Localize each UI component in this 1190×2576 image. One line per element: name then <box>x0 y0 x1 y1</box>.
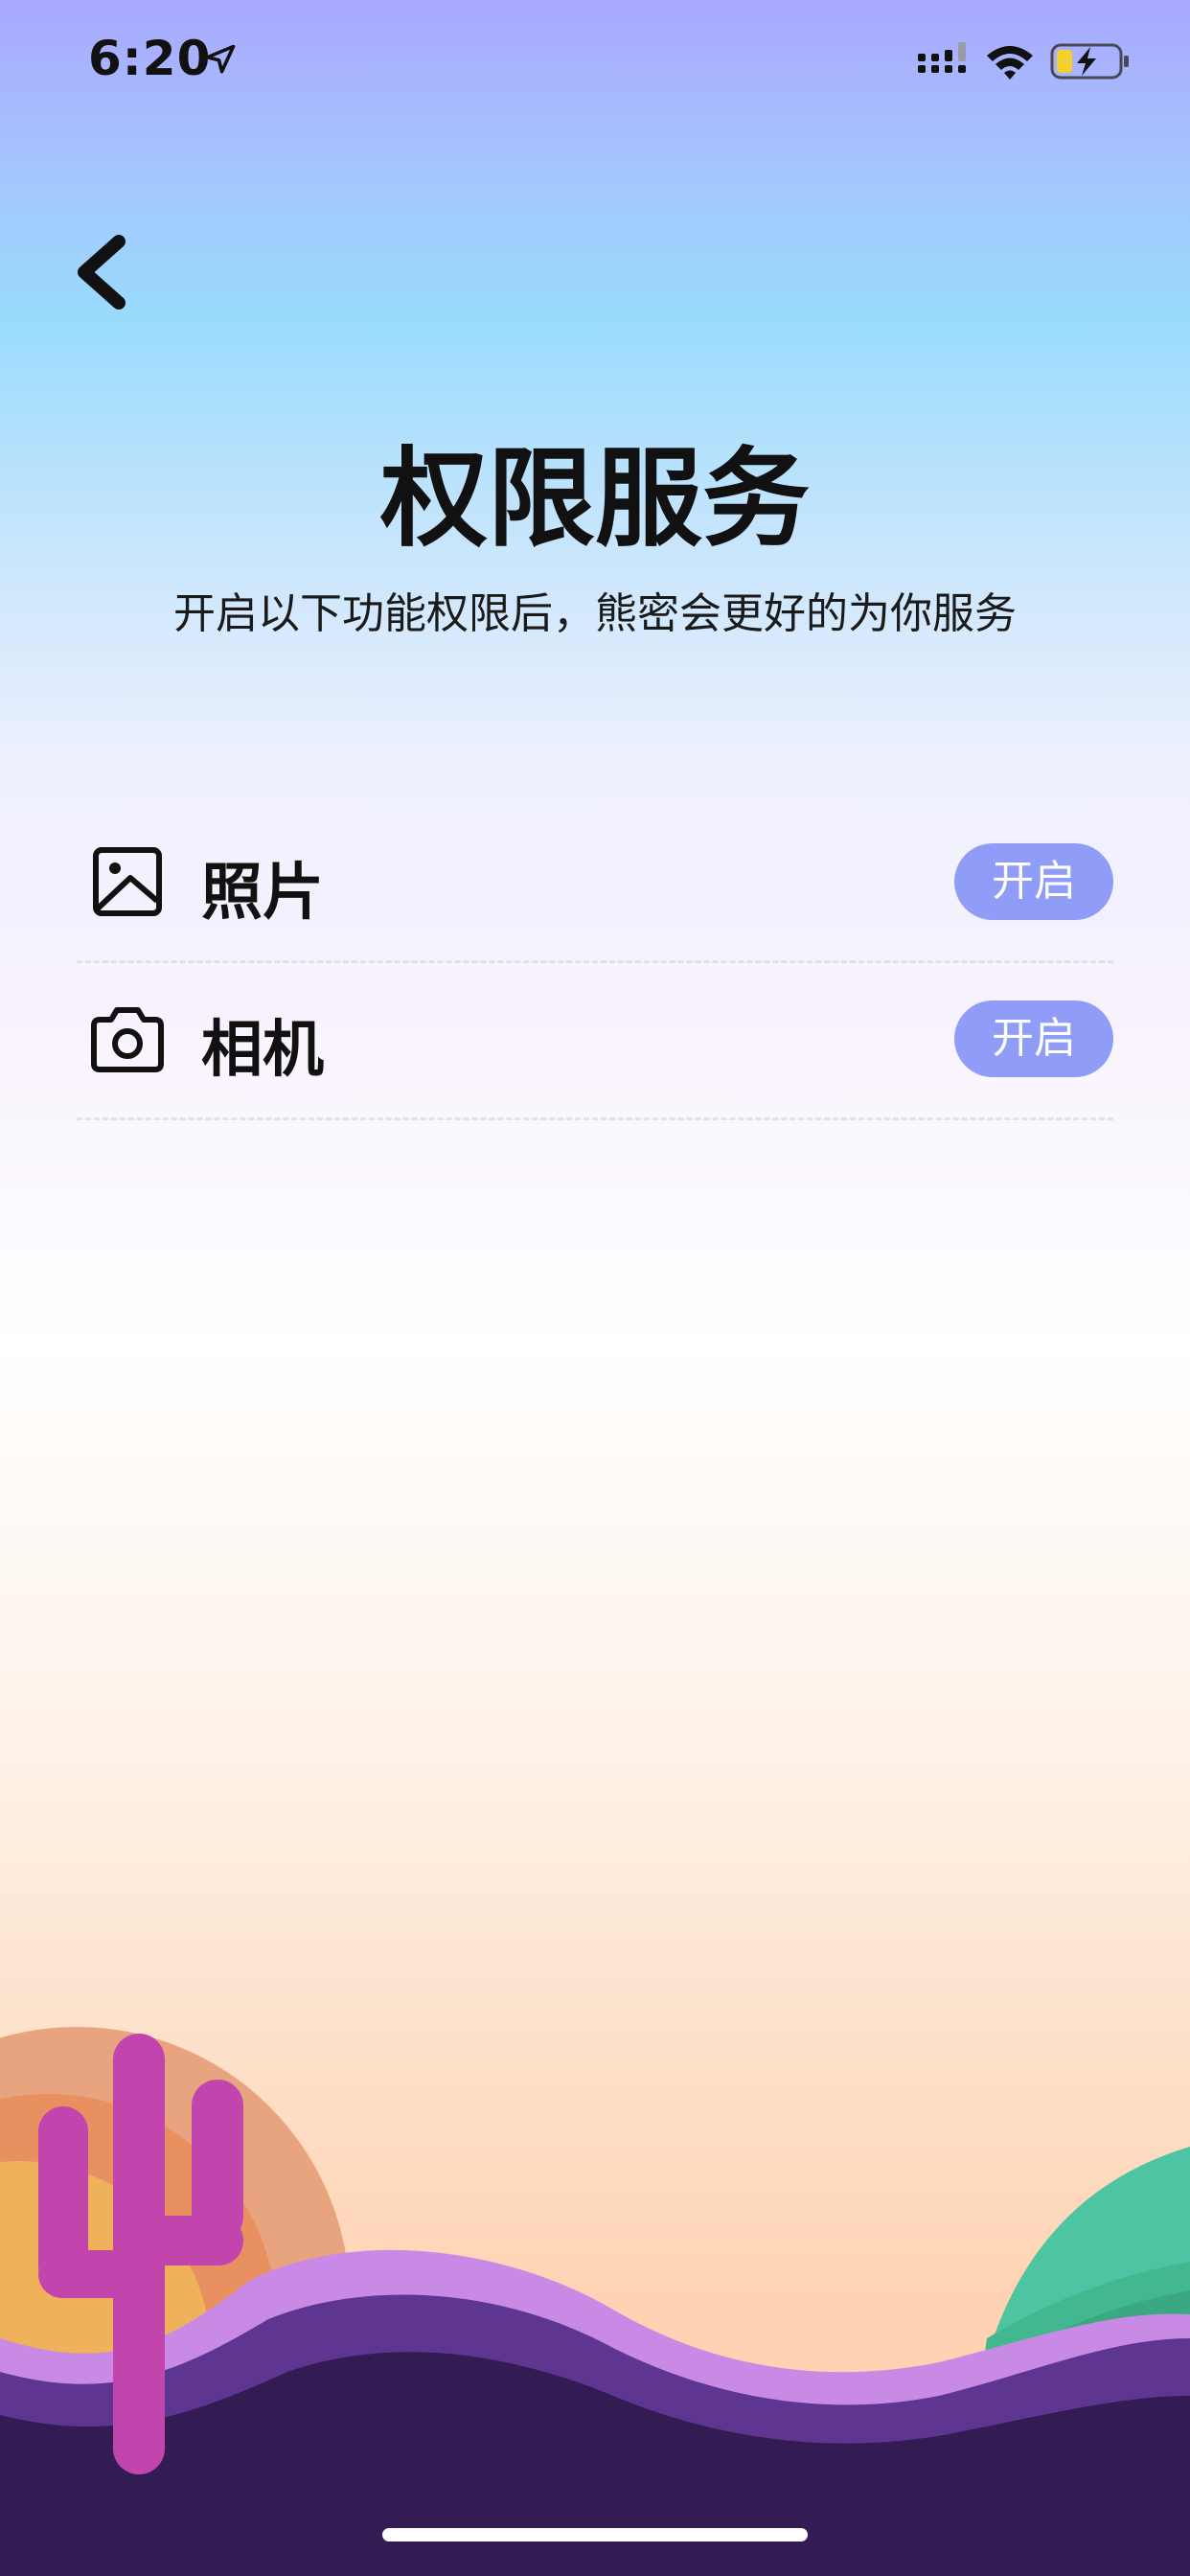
back-button[interactable] <box>59 218 155 324</box>
permission-row-photos: 照片 开启 <box>77 803 1113 963</box>
enable-camera-button[interactable]: 开启 <box>954 1000 1113 1077</box>
page-subtitle: 开启以下功能权限后，熊密会更好的为你服务 <box>173 589 1017 638</box>
wifi-icon <box>987 46 1033 80</box>
permission-label: 相机 <box>201 1015 324 1086</box>
home-indicator[interactable] <box>382 2528 808 2542</box>
location-arrow-icon <box>205 44 236 74</box>
photo-icon <box>93 847 162 916</box>
camera-icon <box>91 1007 164 1072</box>
page-title: 权限服务 <box>380 437 810 562</box>
battery-charging-icon <box>1050 43 1129 80</box>
enable-photos-button[interactable]: 开启 <box>954 843 1113 920</box>
status-bar: 6:20 <box>0 0 1190 125</box>
permission-label: 照片 <box>201 858 324 929</box>
permission-row-camera: 相机 开启 <box>77 960 1113 1120</box>
chevron-left-icon <box>78 235 126 310</box>
status-time: 6:20 <box>88 31 212 86</box>
cellular-signal-icon <box>918 42 966 73</box>
desert-scenery-illustration <box>0 2027 1190 2576</box>
